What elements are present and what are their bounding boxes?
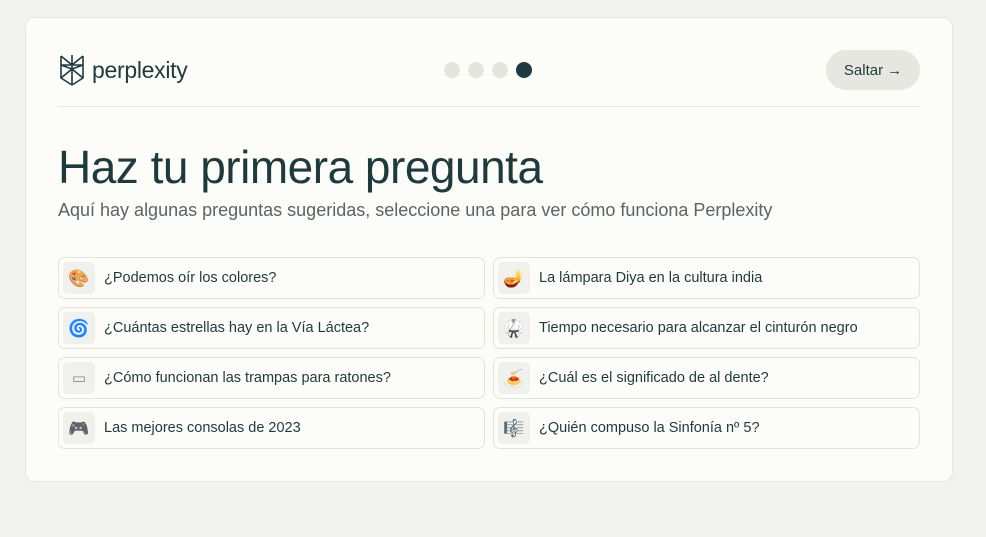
suggested-questions: 🎨 ¿Podemos oír los colores? 🪔 La lámpara… [58, 257, 920, 449]
header-divider [58, 106, 920, 107]
step-dot-active [516, 62, 532, 78]
question-item[interactable]: 🎮 Las mejores consolas de 2023 [58, 407, 485, 449]
perplexity-logo-icon [60, 55, 84, 86]
question-item[interactable]: 🥋 Tiempo necesario para alcanzar el cint… [493, 307, 920, 349]
question-text: La lámpara Diya en la cultura india [539, 270, 763, 286]
step-dot [492, 62, 508, 78]
palette-icon: 🎨 [63, 262, 95, 294]
question-text: ¿Podemos oír los colores? [104, 270, 277, 286]
martial-arts-uniform-icon: 🥋 [498, 312, 530, 344]
step-dot [444, 62, 460, 78]
question-text: ¿Cuál es el significado de al dente? [539, 370, 769, 386]
pasta-icon: 🍝 [498, 362, 530, 394]
step-dot [468, 62, 484, 78]
game-controller-icon: 🎮 [63, 412, 95, 444]
question-text: ¿Quién compuso la Sinfonía nº 5? [539, 420, 760, 436]
question-item[interactable]: 🎼 ¿Quién compuso la Sinfonía nº 5? [493, 407, 920, 449]
question-item[interactable]: 🍝 ¿Cuál es el significado de al dente? [493, 357, 920, 399]
musical-score-icon: 🎼 [498, 412, 530, 444]
question-item[interactable]: 🎨 ¿Podemos oír los colores? [58, 257, 485, 299]
page-title: Haz tu primera pregunta [58, 141, 543, 193]
diya-lamp-icon: 🪔 [498, 262, 530, 294]
question-text: Tiempo necesario para alcanzar el cintur… [539, 320, 858, 336]
mousetrap-icon: ▭ [63, 362, 95, 394]
question-item[interactable]: ▭ ¿Cómo funcionan las trampas para raton… [58, 357, 485, 399]
brand-name: perplexity [92, 56, 188, 83]
question-item[interactable]: 🌀 ¿Cuántas estrellas hay en la Vía Lácte… [58, 307, 485, 349]
question-text: ¿Cómo funcionan las trampas para ratones… [104, 370, 391, 386]
logo: perplexity [58, 54, 188, 86]
skip-label: Saltar [843, 61, 884, 79]
galaxy-icon: 🌀 [63, 312, 95, 344]
header: perplexity Saltar → [58, 50, 920, 92]
arrow-right-icon: → [887, 61, 903, 79]
question-text: Las mejores consolas de 2023 [104, 420, 301, 436]
skip-button[interactable]: Saltar → [826, 50, 920, 90]
question-text: ¿Cuántas estrellas hay en la Vía Láctea? [104, 320, 370, 336]
page-subtitle: Aquí hay algunas preguntas sugeridas, se… [58, 200, 773, 220]
onboarding-card: perplexity Saltar → Haz tu primera pregu… [25, 17, 953, 482]
question-item[interactable]: 🪔 La lámpara Diya en la cultura india [493, 257, 920, 299]
step-indicator [444, 62, 532, 78]
